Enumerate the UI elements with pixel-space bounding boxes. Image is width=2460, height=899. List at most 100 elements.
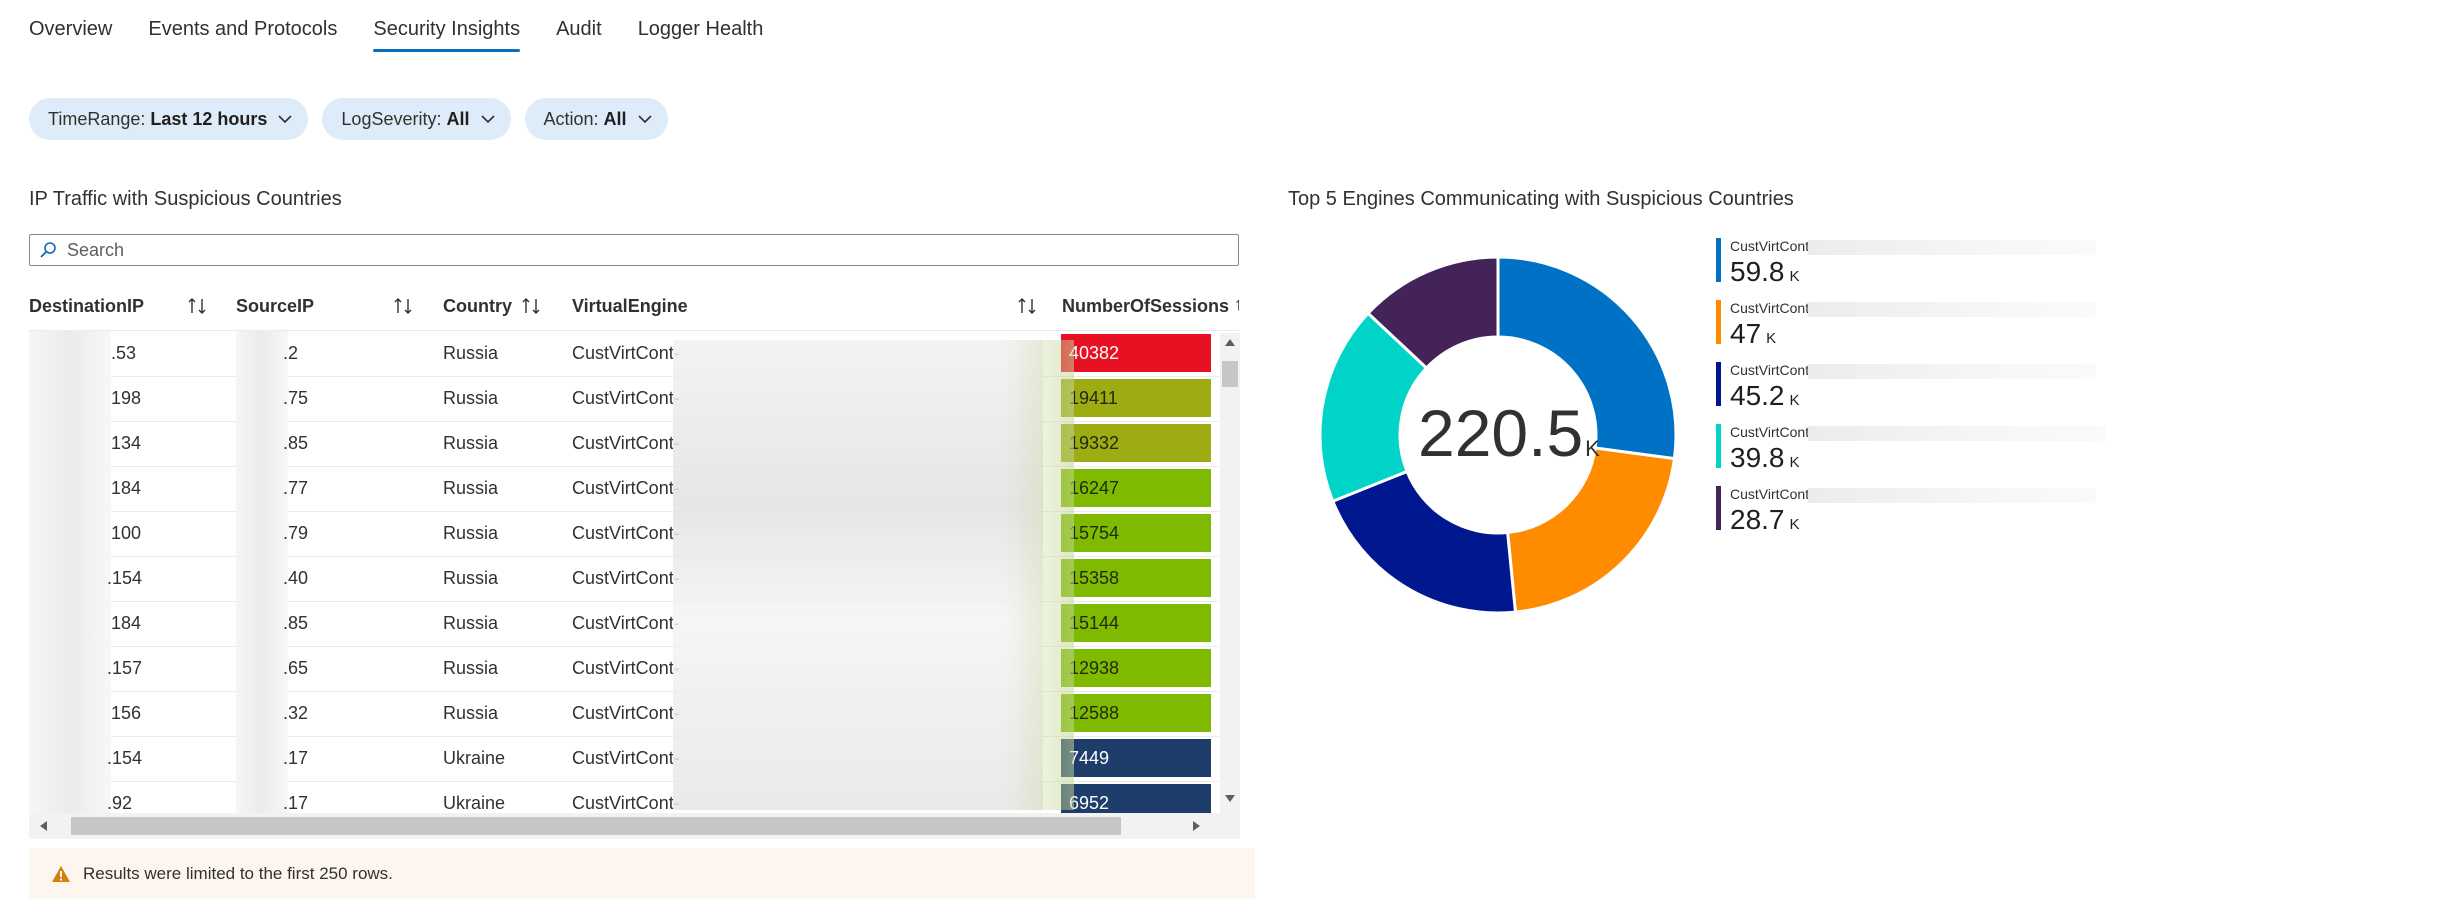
legend-label: CustVirtCont- (1730, 362, 1814, 378)
country-cell: Russia (443, 568, 499, 588)
donut-center-total: 220.5K (1418, 395, 1600, 471)
filter-value: All (446, 108, 470, 129)
destination-ip-cell: 198 (111, 388, 142, 408)
column-header-country[interactable]: Country (443, 296, 512, 317)
legend-item[interactable]: CustVirtCont- 45.2 K (1716, 362, 2216, 424)
sort-icon[interactable] (1015, 294, 1039, 318)
sessions-cell: 7449 (1061, 739, 1211, 777)
legend-value-number: 59.8 (1730, 256, 1785, 287)
action-filter[interactable]: Action: All (524, 98, 668, 140)
legend-item[interactable]: CustVirtCont- 59.8 K (1716, 238, 2216, 300)
scroll-right-arrow-icon[interactable] (1193, 821, 1200, 831)
tab-events-and-protocols[interactable]: Events and Protocols (148, 0, 337, 54)
legend-item[interactable]: CustVirtCont- 39.8 K (1716, 424, 2216, 486)
legend-label: CustVirtCont- (1730, 238, 1814, 254)
virtual-engine-cell: CustVirtCont- (572, 748, 680, 768)
warning-text: Results were limited to the first 250 ro… (83, 863, 393, 883)
legend-swatch (1716, 300, 1721, 344)
column-header-virtual-engine[interactable]: VirtualEngine (572, 296, 688, 317)
search-input[interactable] (65, 238, 1219, 262)
redacted-area (236, 511, 288, 556)
country-cell: Russia (443, 388, 499, 408)
source-ip-cell: .79 (283, 523, 309, 543)
chart-title: Top 5 Engines Communicating with Suspici… (1288, 188, 1794, 210)
sort-icon[interactable] (391, 294, 415, 318)
legend-item[interactable]: CustVirtCont- 47 K (1716, 300, 2216, 362)
scroll-thumb[interactable] (71, 817, 1121, 835)
redacted-area (29, 691, 111, 736)
scroll-thumb[interactable] (1222, 361, 1238, 387)
tab-security-insights[interactable]: Security Insights (373, 0, 520, 54)
legend-value: 59.8 K (1730, 256, 1800, 288)
redacted-area (29, 601, 111, 646)
table-header: DestinationIP SourceIP Country VirtualEn… (29, 286, 1239, 331)
legend-swatch (1716, 424, 1721, 468)
legend-label: CustVirtCont- (1730, 300, 1814, 316)
source-ip-cell: .32 (283, 703, 309, 723)
redacted-area (236, 466, 288, 511)
redacted-area (236, 736, 288, 781)
donut-slice[interactable] (1505, 446, 1677, 614)
search-box[interactable] (29, 234, 1239, 266)
legend-value-unit: K (1789, 268, 1800, 285)
sessions-cell: 15754 (1061, 514, 1211, 552)
virtual-engine-cell: CustVirtCont- (572, 343, 680, 363)
virtual-engine-cell: CustVirtCont- (572, 703, 680, 723)
donut-center-unit: K (1585, 436, 1600, 461)
legend-value: 45.2 K (1730, 380, 1800, 412)
legend-swatch (1716, 486, 1721, 530)
tab-logger-health[interactable]: Logger Health (638, 0, 764, 54)
legend-item[interactable]: CustVirtCont- 28.7 K (1716, 486, 2216, 548)
redacted-area (29, 556, 111, 601)
legend-label: CustVirtCont- (1730, 486, 1814, 502)
column-header-destination-ip[interactable]: DestinationIP (29, 296, 144, 317)
destination-ip-cell: 184 (111, 478, 142, 498)
donut-slice[interactable] (1330, 469, 1518, 615)
legend-value-unit: K (1766, 330, 1777, 347)
sessions-cell: 19411 (1061, 379, 1211, 417)
column-header-number-of-sessions[interactable]: NumberOfSessions (1062, 296, 1229, 317)
country-cell: Russia (443, 658, 499, 678)
table-title: IP Traffic with Suspicious Countries (29, 188, 342, 210)
legend-value-number: 45.2 (1730, 380, 1785, 411)
destination-ip-cell: .53 (111, 343, 137, 363)
vertical-scrollbar[interactable] (1220, 333, 1240, 813)
country-cell: Russia (443, 523, 499, 543)
destination-ip-cell: 156 (111, 703, 142, 723)
legend-value-unit: K (1789, 392, 1800, 409)
tab-audit[interactable]: Audit (556, 0, 602, 54)
legend-value-unit: K (1789, 454, 1800, 471)
warning-icon (52, 865, 70, 882)
virtual-engine-cell: CustVirtCont- (572, 568, 680, 588)
column-header-source-ip[interactable]: SourceIP (236, 296, 314, 317)
source-ip-cell: .2 (283, 343, 299, 363)
time-range-filter[interactable]: TimeRange: Last 12 hours (29, 98, 309, 140)
filter-bar: TimeRange: Last 12 hours LogSeverity: Al… (29, 98, 668, 140)
sessions-cell: 40382 (1061, 334, 1211, 372)
tab-overview[interactable]: Overview (29, 0, 112, 54)
donut-center-value: 220.5 (1418, 396, 1584, 470)
redacted-area (236, 556, 288, 601)
country-cell: Ukraine (443, 793, 506, 813)
sort-icon[interactable] (185, 294, 209, 318)
scroll-left-arrow-icon[interactable] (40, 821, 47, 831)
legend-value-number: 28.7 (1730, 504, 1785, 535)
sort-icon[interactable] (519, 294, 543, 318)
redacted-area (236, 376, 288, 421)
country-cell: Russia (443, 613, 499, 633)
sort-ascending-icon[interactable]: ↑ (1234, 294, 1239, 315)
scroll-down-arrow-icon[interactable] (1225, 795, 1235, 802)
legend-swatch (1716, 362, 1721, 406)
country-cell: Russia (443, 433, 499, 453)
source-ip-cell: .17 (283, 793, 309, 813)
horizontal-scrollbar[interactable] (29, 813, 1240, 839)
row-limit-warning: Results were limited to the first 250 ro… (29, 848, 1255, 899)
redacted-area (236, 601, 288, 646)
sessions-cell: 16247 (1061, 469, 1211, 507)
source-ip-cell: .17 (283, 748, 309, 768)
scroll-up-arrow-icon[interactable] (1225, 339, 1235, 346)
redacted-area (236, 421, 288, 466)
source-ip-cell: .77 (283, 478, 309, 498)
legend-swatch (1716, 238, 1721, 282)
log-severity-filter[interactable]: LogSeverity: All (322, 98, 511, 140)
